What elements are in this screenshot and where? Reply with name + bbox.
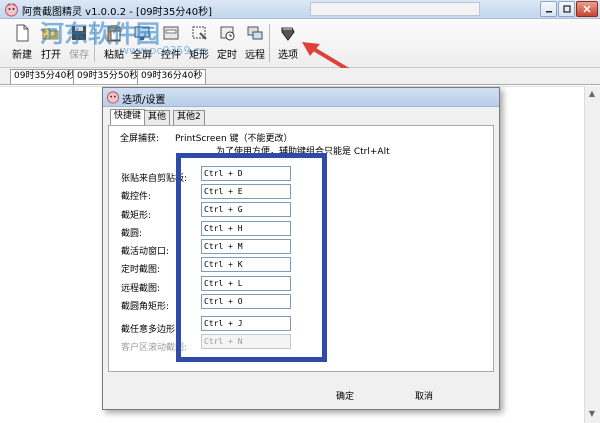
tab-capture-3[interactable]: 09时36分40秒 [137, 69, 207, 84]
minimize-icon [545, 11, 552, 13]
dialog-tab-other[interactable]: 其他 [144, 110, 171, 125]
rectangle-icon [192, 26, 207, 40]
toolbar-remote-button[interactable]: 远程 [240, 20, 270, 66]
dialog-tab-hotkeys[interactable]: 快捷键 [110, 109, 146, 126]
scroll-up-arrow-icon[interactable]: ▲ [585, 87, 599, 101]
dialog-title: 选项/设置 [122, 95, 166, 106]
dialog-app-icon [106, 91, 120, 104]
minimize-button[interactable] [540, 1, 557, 17]
ok-button[interactable]: 确定 [336, 389, 354, 402]
toolbar-separator [269, 24, 270, 62]
close-button[interactable] [576, 1, 598, 17]
hotkey-label: 截任意多边形: [121, 325, 179, 335]
toolbar-control-button[interactable]: 控件 [156, 20, 186, 66]
control-icon [163, 26, 179, 40]
cancel-button[interactable]: 取消 [415, 389, 433, 402]
new-icon [16, 24, 29, 42]
dialog-tab-other2[interactable]: 其他2 [173, 110, 205, 125]
highlight-annotation-box [176, 153, 327, 362]
remote-icon [247, 26, 263, 40]
close-icon [583, 5, 591, 13]
hotkey-label: 定时截图: [121, 265, 161, 275]
hotkey-label: 截圆: [121, 229, 143, 239]
vertical-scrollbar[interactable] [584, 86, 600, 423]
tab-capture-2[interactable]: 09时35分50秒 [73, 69, 143, 84]
title-field [310, 2, 480, 16]
fullscreen-key-text: PrintScreen 键（不能更改） [175, 134, 293, 144]
timer-icon [220, 26, 235, 41]
toolbar-rectangle-button[interactable]: 矩形 [184, 20, 214, 66]
watermark-url: www.pc0359.cn [120, 44, 208, 57]
hotkey-label: 截控件: [121, 192, 152, 202]
tab-capture-1[interactable]: 09时35分40秒 [10, 69, 80, 84]
options-icon [281, 27, 295, 41]
hotkey-label: 远程截图: [121, 284, 161, 294]
toolbar-timer-button[interactable]: 定时 [212, 20, 242, 66]
app-icon [5, 3, 18, 17]
hotkey-label: 截活动窗口: [121, 247, 170, 257]
hotkey-label: 截圆角矩形: [121, 302, 170, 312]
fullscreen-label: 全屏捕获: [120, 134, 160, 144]
toolbar-new-button[interactable]: 新建 [7, 20, 37, 66]
maximize-button[interactable] [558, 1, 575, 17]
maximize-icon [562, 5, 571, 13]
hotkey-label: 截矩形: [121, 211, 152, 221]
scroll-down-arrow-icon[interactable]: ▼ [585, 407, 599, 421]
